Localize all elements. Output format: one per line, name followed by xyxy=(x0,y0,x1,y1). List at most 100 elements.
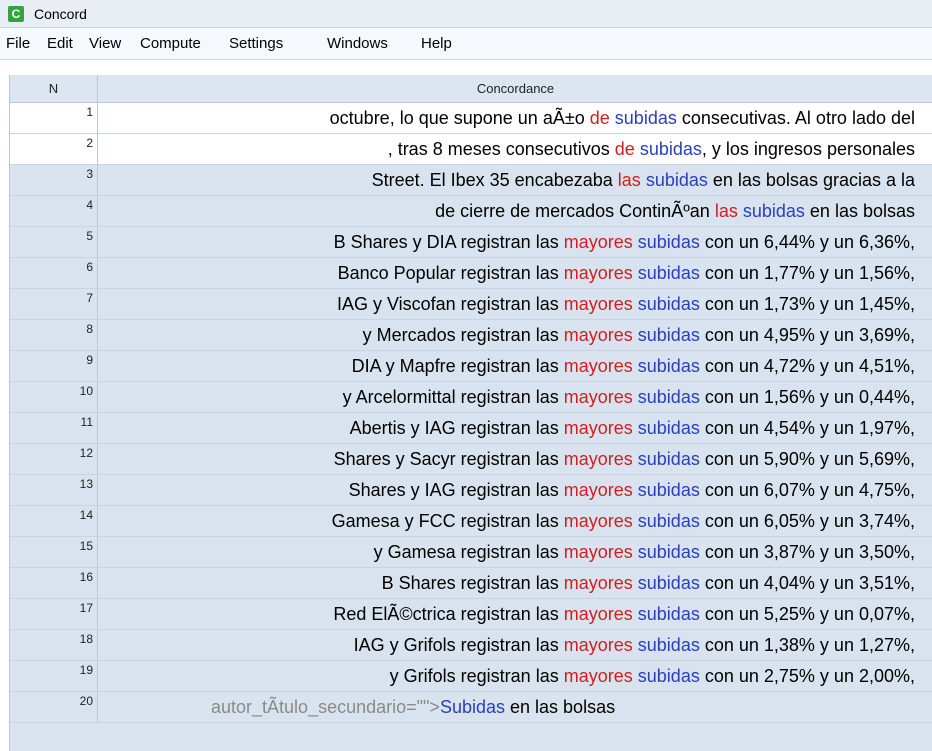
menu-settings[interactable]: Settings xyxy=(229,35,283,52)
concordance-cell[interactable]: octubre, lo que supone un aÃ±o de subida… xyxy=(98,103,932,134)
search-word: subidas xyxy=(637,449,700,469)
table-row[interactable]: 9 DIA y Mapfre registran las mayores subi… xyxy=(10,351,932,382)
search-word: subidas xyxy=(637,511,700,531)
row-number: 20 xyxy=(10,692,98,723)
left-context: y Gamesa registran las xyxy=(373,542,559,562)
row-number: 5 xyxy=(10,227,98,258)
concordance-cell[interactable]: y Arcelormittal registran las mayores su… xyxy=(98,382,932,413)
right-context: en las bolsas xyxy=(809,201,915,221)
concordance-cell[interactable]: y Gamesa registran las mayores subidas c… xyxy=(98,537,932,568)
right-context: con un 1,38% y un 1,27%, xyxy=(704,635,915,655)
concordance-cell[interactable]: y Grifols registran las mayores subidas … xyxy=(98,661,932,692)
menu-view[interactable]: View xyxy=(89,35,121,52)
row-number: 7 xyxy=(10,289,98,320)
row-number: 15 xyxy=(10,537,98,568)
concordance-cell[interactable]: IAG y Viscofan registran las mayores sub… xyxy=(98,289,932,320)
collocate-word: mayores xyxy=(563,263,633,283)
table-row[interactable]: 13 Shares y IAG registran las mayores sub… xyxy=(10,475,932,506)
table-row[interactable]: 11 Abertis y IAG registran las mayores su… xyxy=(10,413,932,444)
collocate-word: de xyxy=(589,108,610,128)
right-context: con un 1,77% y un 1,56%, xyxy=(704,263,915,283)
table-row[interactable]: 20 autor_tÃ­tulo_secundario="">Subidas en… xyxy=(10,692,932,723)
search-word: subidas xyxy=(645,170,708,190)
table-row[interactable]: 2, tras 8 meses consecutivos de subidas,… xyxy=(10,134,932,165)
collocate-word: mayores xyxy=(563,511,633,531)
menu-compute[interactable]: Compute xyxy=(140,35,201,52)
table-row[interactable]: 8y Mercados registran las mayores subida… xyxy=(10,320,932,351)
table-row[interactable]: 15 y Gamesa registran las mayores subidas… xyxy=(10,537,932,568)
concord-app-icon: C xyxy=(8,6,24,22)
search-word: subidas xyxy=(614,108,677,128)
row-number: 6 xyxy=(10,258,98,289)
right-context: en las bolsas gracias a la xyxy=(712,170,915,190)
table-row[interactable]: 7 IAG y Viscofan registran las mayores su… xyxy=(10,289,932,320)
concordance-cell[interactable]: , tras 8 meses consecutivos de subidas, … xyxy=(98,134,932,165)
right-context: con un 1,73% y un 1,45%, xyxy=(704,294,915,314)
search-word: subidas xyxy=(637,356,700,376)
left-context: Banco Popular registran las xyxy=(337,263,559,283)
collocate-word: mayores xyxy=(563,294,633,314)
collocate-word: mayores xyxy=(563,418,633,438)
concordance-cell[interactable]: Abertis y IAG registran las mayores subi… xyxy=(98,413,932,444)
collocate-word: mayores xyxy=(563,604,633,624)
menu-bar: File Edit View Compute Settings Windows … xyxy=(0,28,932,60)
concordance-cell[interactable]: IAG y Grifols registran las mayores subi… xyxy=(98,630,932,661)
concordance-cell[interactable]: Shares y IAG registran las mayores subid… xyxy=(98,475,932,506)
menu-file[interactable]: File xyxy=(6,35,30,52)
right-context: con un 6,07% y un 4,75%, xyxy=(704,480,915,500)
right-context: con un 4,54% y un 1,97%, xyxy=(704,418,915,438)
left-context: autor_tÃ­tulo_secundario=""> xyxy=(211,697,440,717)
table-row[interactable]: 6 Banco Popular registran las mayores sub… xyxy=(10,258,932,289)
row-number: 4 xyxy=(10,196,98,227)
table-row[interactable]: 19 y Grifols registran las mayores subida… xyxy=(10,661,932,692)
left-context: y Mercados registran las xyxy=(362,325,559,345)
table-row[interactable]: 10 y Arcelormittal registran las mayores … xyxy=(10,382,932,413)
collocate-word: de xyxy=(614,139,635,159)
column-header-n[interactable]: N xyxy=(10,75,98,103)
collocate-word: mayores xyxy=(563,232,633,252)
table-row[interactable]: 3 Street. El Ibex 35 encabezaba las subid… xyxy=(10,165,932,196)
concordance-cell[interactable]: Street. El Ibex 35 encabezaba las subida… xyxy=(98,165,932,196)
row-number: 9 xyxy=(10,351,98,382)
table-row[interactable]: 17 Red ElÃ©ctrica registran las mayores s… xyxy=(10,599,932,630)
menu-edit[interactable]: Edit xyxy=(47,35,73,52)
menu-windows[interactable]: Windows xyxy=(327,35,388,52)
table-row[interactable]: 12 Shares y Sacyr registran las mayores s… xyxy=(10,444,932,475)
row-number: 8 xyxy=(10,320,98,351)
search-word: subidas xyxy=(637,387,700,407)
table-row[interactable]: 5B Shares y DIA registran las mayores su… xyxy=(10,227,932,258)
concordance-cell[interactable]: Red ElÃ©ctrica registran las mayores sub… xyxy=(98,599,932,630)
concordance-cell[interactable]: Banco Popular registran las mayores subi… xyxy=(98,258,932,289)
left-context: Shares y IAG registran las xyxy=(348,480,559,500)
right-context: con un 6,44% y un 6,36%, xyxy=(704,232,915,252)
concordance-cell[interactable]: Shares y Sacyr registran las mayores sub… xyxy=(98,444,932,475)
right-context: con un 6,05% y un 3,74%, xyxy=(704,511,915,531)
window-title: Concord xyxy=(34,6,87,22)
row-number: 14 xyxy=(10,506,98,537)
left-context: IAG y Grifols registran las xyxy=(353,635,559,655)
concordance-cell[interactable]: y Mercados registran las mayores subidas… xyxy=(98,320,932,351)
concordance-cell[interactable]: B Shares registran las mayores subidas c… xyxy=(98,568,932,599)
table-row[interactable]: 18 IAG y Grifols registran las mayores su… xyxy=(10,630,932,661)
left-context: Gamesa y FCC registran las xyxy=(331,511,559,531)
table-row[interactable]: 4 de cierre de mercados ContinÃºan las su… xyxy=(10,196,932,227)
left-context: B Shares registran las xyxy=(381,573,559,593)
concordance-cell[interactable]: de cierre de mercados ContinÃºan las sub… xyxy=(98,196,932,227)
table-row[interactable]: 16 B Shares registran las mayores subidas… xyxy=(10,568,932,599)
search-word: subidas xyxy=(742,201,805,221)
left-context: DIA y Mapfre registran las xyxy=(351,356,559,376)
search-word: subidas xyxy=(637,294,700,314)
table-row[interactable]: 1 octubre, lo que supone un aÃ±o de subid… xyxy=(10,103,932,134)
left-context: , tras 8 meses consecutivos xyxy=(387,139,610,159)
right-context: con un 4,95% y un 3,69%, xyxy=(704,325,915,345)
search-word: subidas xyxy=(637,666,700,686)
row-number: 18 xyxy=(10,630,98,661)
right-context: con un 5,90% y un 5,69%, xyxy=(704,449,915,469)
concordance-cell[interactable]: DIA y Mapfre registran las mayores subid… xyxy=(98,351,932,382)
column-header-concordance[interactable]: Concordance xyxy=(98,75,932,103)
table-row[interactable]: 14 Gamesa y FCC registran las mayores sub… xyxy=(10,506,932,537)
concordance-cell[interactable]: Gamesa y FCC registran las mayores subid… xyxy=(98,506,932,537)
concordance-cell[interactable]: B Shares y DIA registran las mayores sub… xyxy=(98,227,932,258)
menu-help[interactable]: Help xyxy=(421,35,452,52)
concordance-cell[interactable]: autor_tÃ­tulo_secundario="">Subidas en l… xyxy=(98,692,932,723)
